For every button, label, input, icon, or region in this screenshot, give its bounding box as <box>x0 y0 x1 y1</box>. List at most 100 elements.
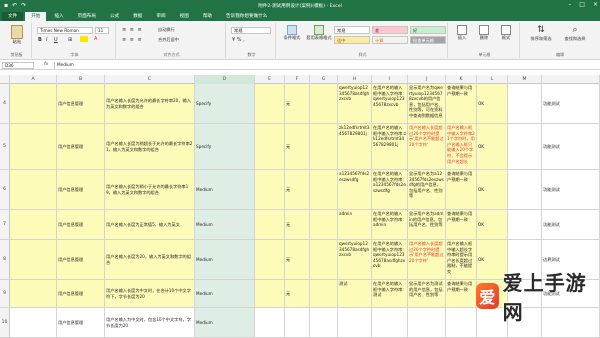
table-cell[interactable] <box>508 170 542 209</box>
table-cell[interactable]: 用户名输入长度为稍超长于允许的最长字符串21，输入为英文和数字的组合 <box>105 124 195 169</box>
tab-5[interactable]: 数据 <box>127 12 148 21</box>
style-neutral[interactable]: 适中 <box>334 36 370 44</box>
number-format-select[interactable]: 常规 <box>231 27 271 34</box>
table-cell[interactable] <box>446 308 477 337</box>
table-cell[interactable] <box>338 308 372 337</box>
table-cell[interactable] <box>10 210 57 239</box>
column-header[interactable]: A <box>10 75 57 84</box>
table-cell[interactable]: 功能测试 <box>542 170 600 209</box>
table-cell[interactable]: 功能测试 <box>542 84 600 123</box>
fx-icon[interactable]: fx <box>44 62 48 67</box>
tab-9[interactable]: 告诉我你想要做什么 <box>220 12 273 21</box>
table-cell[interactable]: zk12edfsrtmt34567829801j <box>338 124 372 169</box>
column-header[interactable]: H <box>338 75 372 84</box>
table-cell[interactable]: Medium <box>195 240 255 279</box>
table-cell[interactable]: 用户信息管理 <box>57 84 105 123</box>
table-cell[interactable]: 用户信息管理 <box>57 170 105 209</box>
table-cell[interactable] <box>255 84 285 123</box>
italic-button[interactable]: I <box>46 37 47 43</box>
table-cell[interactable] <box>10 308 57 337</box>
table-cell[interactable]: 用户名输入长度超过20个字符时提示'用户名不能超过20个字符' <box>408 240 446 279</box>
table-cell[interactable]: 用户名输入框中输入超长字符串时提示用户名长度超过限制，不能提交 <box>446 240 477 279</box>
currency-icon[interactable]: ¥ % , <box>232 37 245 43</box>
table-cell[interactable]: a1234567fds2eszwsdfg <box>338 170 372 209</box>
table-cell[interactable] <box>10 84 57 123</box>
table-cell[interactable]: 功能测试 <box>542 210 600 239</box>
table-cell[interactable]: 用户名输入长度为稍小于允许的最长字符串19，输入为英文和数字的组合 <box>105 170 195 209</box>
table-cell[interactable] <box>310 308 338 337</box>
align-left-icon[interactable]: ≡ ≡ ≡ <box>122 37 143 43</box>
column-header[interactable]: B <box>57 75 105 84</box>
table-cell[interactable]: 用户名输入长度为正常值5，输入为英文 <box>105 210 195 239</box>
row-header[interactable]: 5 <box>0 124 10 169</box>
row-header[interactable]: 6 <box>0 170 10 209</box>
table-cell[interactable]: 用户名输入长度超过20个字符时提示'用户名不能超过20个字符' <box>408 124 446 169</box>
table-cell[interactable]: 用户名输入长度为中文时，在合计10个中文字符下，字节长度为20 <box>105 280 195 307</box>
table-cell[interactable]: Medium <box>195 308 255 337</box>
table-cell[interactable]: OK <box>477 84 508 123</box>
table-cell[interactable]: 用户名输入长度为20，输入为英文和数字的组合 <box>105 240 195 279</box>
tab-6[interactable]: 审阅 <box>150 12 171 21</box>
paste-button[interactable]: 粘贴 <box>5 25 29 45</box>
table-cell[interactable]: 用户名输入长度为允许的最长字符串20，输入为英文和数字的组合 <box>105 84 195 123</box>
table-cell[interactable]: 用户名输入为中文时，包含10个中文字符，字节长度为20 <box>105 308 195 337</box>
maximize-icon[interactable]: □ <box>579 1 585 8</box>
table-cell[interactable] <box>508 124 542 169</box>
table-cell[interactable]: 在用户名的输入框中输入字符串:qwertyuiop12345678zxcvb <box>372 84 408 123</box>
table-cell[interactable]: OK <box>477 210 508 239</box>
style-bad[interactable]: 差 <box>372 26 408 34</box>
table-cell[interactable]: Medium <box>195 170 255 209</box>
column-header[interactable]: K <box>446 75 477 84</box>
column-header[interactable]: D <box>195 75 255 84</box>
name-box[interactable]: D36 <box>2 62 34 69</box>
table-cell[interactable]: 在用户名的输入框中输入字符串:测试 <box>372 280 408 307</box>
table-cell[interactable]: 查询结果与用户预期一致 <box>446 84 477 123</box>
minimize-icon[interactable]: – <box>568 1 571 8</box>
tab-7[interactable]: 视图 <box>174 12 195 21</box>
table-cell[interactable]: 无 <box>285 240 310 279</box>
table-cell[interactable]: 无 <box>285 84 310 123</box>
format-cells-button[interactable]: 格式 <box>496 25 516 41</box>
table-cell[interactable]: 在用户名的输入框中输入字符串:qwertyuiop12345678asdfghz… <box>372 240 408 279</box>
table-cell[interactable]: 用户信息管理 <box>57 210 105 239</box>
table-cell[interactable]: 无 <box>285 210 310 239</box>
wrap-text-button[interactable]: 自动换行 <box>158 27 175 33</box>
table-cell[interactable] <box>255 240 285 279</box>
style-calculation[interactable]: 计算 <box>372 36 408 44</box>
table-cell[interactable] <box>372 308 408 337</box>
table-cell[interactable]: qwertyuiop12345678asdfghzxcvb <box>338 240 372 279</box>
delete-cells-button[interactable]: 删除 <box>474 25 494 41</box>
table-cell[interactable] <box>255 124 285 169</box>
table-cell[interactable]: OK <box>477 124 508 169</box>
table-cell[interactable]: Medium <box>195 210 255 239</box>
find-select-button[interactable]: ⌕ 查找和选择 <box>560 25 590 42</box>
table-cell[interactable]: 用户信息管理 <box>57 240 105 279</box>
table-cell[interactable]: 查询结果与用户预期一致 <box>446 280 477 307</box>
merge-center-button[interactable]: 合并后居中 <box>158 37 179 43</box>
column-header[interactable] <box>542 75 600 84</box>
table-cell[interactable] <box>10 280 57 307</box>
table-cell[interactable]: 查询结果与用户预期一致 <box>446 170 477 209</box>
table-cell[interactable]: 用户名输入框中输入字符串21个字符时，用户名输入框只能输入20个字符，不会提示用… <box>446 124 477 169</box>
table-cell[interactable] <box>310 210 338 239</box>
row-header[interactable]: 9 <box>0 280 10 307</box>
table-cell[interactable] <box>310 84 338 123</box>
style-check-cell[interactable]: 检查单元格 <box>410 36 446 44</box>
table-cell[interactable] <box>255 210 285 239</box>
table-cell[interactable] <box>508 210 542 239</box>
column-header[interactable]: I <box>372 75 408 84</box>
fill-color-icon[interactable] <box>80 36 88 42</box>
font-name-select[interactable]: Times New Roman <box>37 27 93 34</box>
table-cell[interactable]: Specify <box>195 124 255 169</box>
table-cell[interactable]: 用户信息管理 <box>57 308 105 337</box>
table-cell[interactable]: qwertyuiop12345678asdfghzxcvb <box>338 84 372 123</box>
bold-button[interactable]: B <box>38 37 42 43</box>
table-cell[interactable]: Medium <box>195 280 255 307</box>
table-cell[interactable]: 无 <box>285 170 310 209</box>
column-header[interactable]: F <box>285 75 310 84</box>
column-header[interactable]: L <box>477 75 508 84</box>
table-cell[interactable] <box>508 84 542 123</box>
table-cell[interactable] <box>285 308 310 337</box>
table-cell[interactable]: 用户信息管理 <box>57 280 105 307</box>
table-cell[interactable] <box>310 170 338 209</box>
